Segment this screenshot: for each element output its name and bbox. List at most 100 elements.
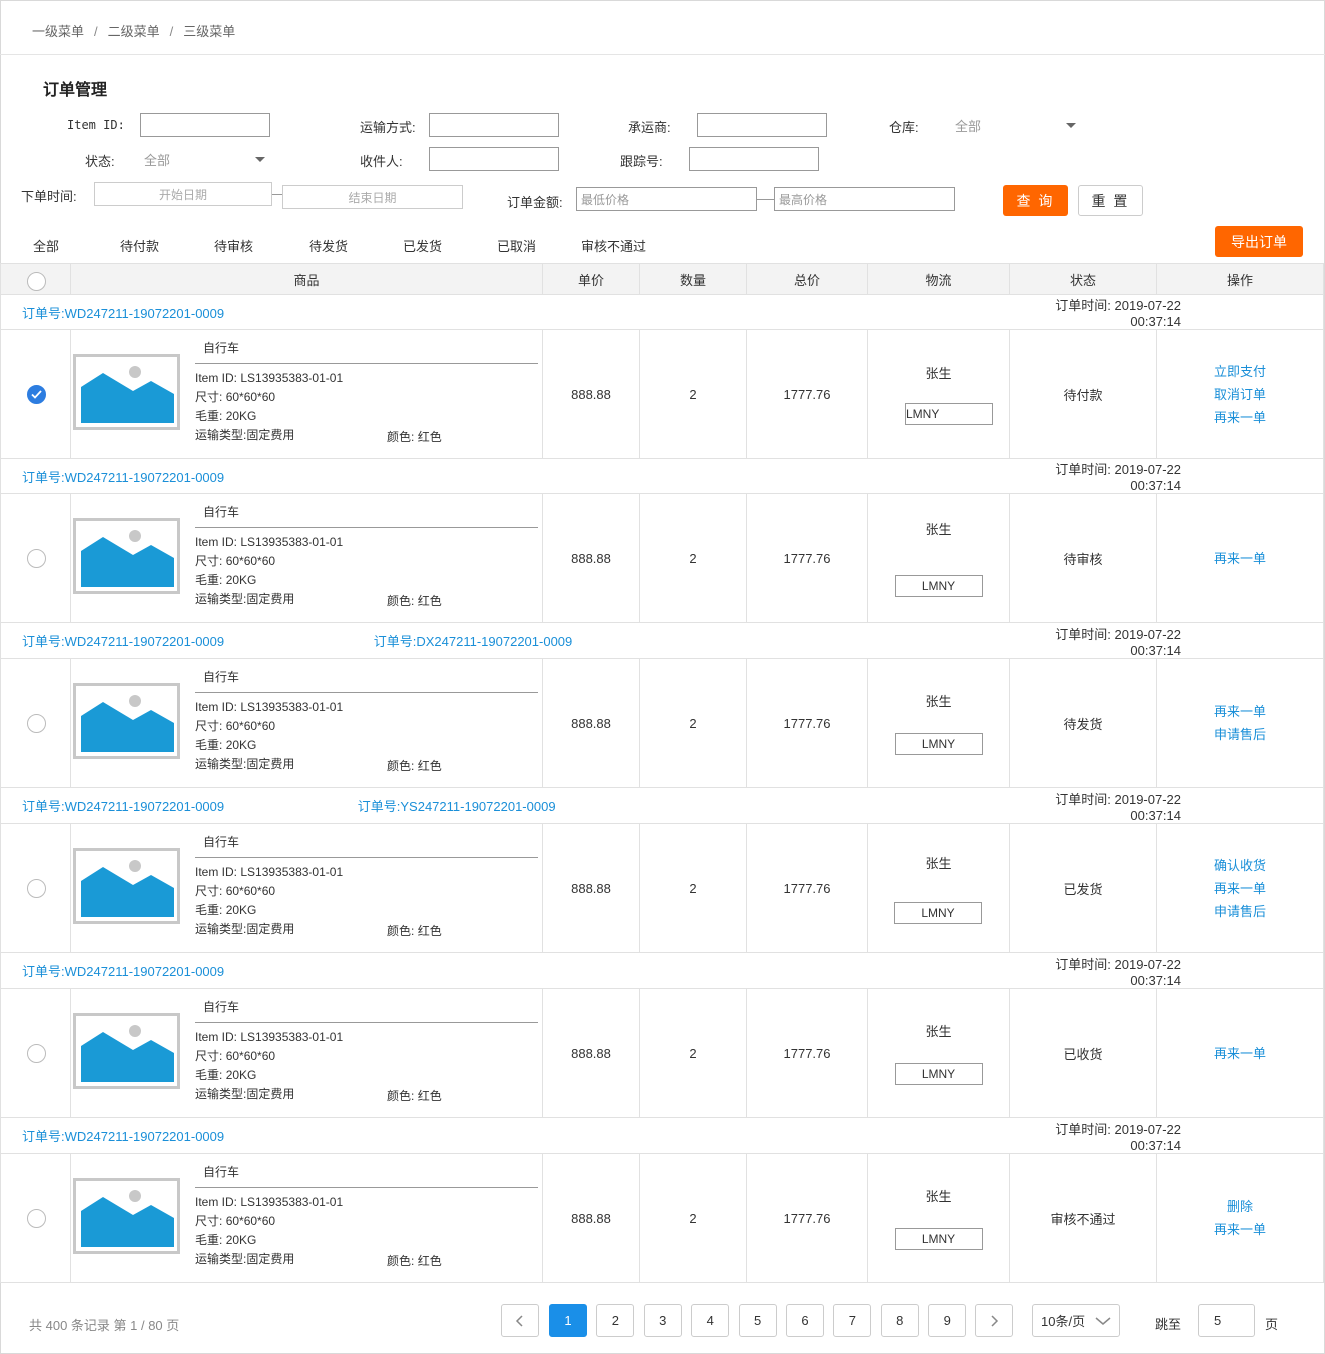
product-name[interactable]: 自行车 (203, 339, 239, 356)
page-number-button[interactable]: 9 (928, 1304, 967, 1337)
page-size-select[interactable]: 10条/页 (1032, 1304, 1120, 1337)
logistics-code-field[interactable]: LMNY (894, 1063, 983, 1085)
logistics-code-field[interactable]: LMNY (894, 733, 983, 755)
product-image[interactable] (73, 1178, 180, 1254)
tab-all[interactable]: 全部 (33, 236, 59, 255)
product-name[interactable]: 自行车 (203, 668, 239, 685)
product-name[interactable]: 自行车 (203, 503, 239, 520)
order-time-label: 下单时间: (21, 189, 77, 204)
order-number-cell: 订单号:WD247211-19072201-0009 (0, 294, 1010, 330)
tab-pending-shipment[interactable]: 待发货 (309, 236, 348, 255)
order-select-checkbox[interactable] (27, 713, 46, 733)
reorder-link[interactable]: 再来一单 (1157, 877, 1323, 900)
page-number-button[interactable]: 8 (880, 1304, 919, 1337)
order-time-value: 2019-07-22 00:37:14 (1114, 791, 1182, 823)
export-orders-button[interactable]: 导出订单 (1215, 226, 1303, 257)
status-cell: 审核不通过 (1009, 1153, 1157, 1283)
order-select-checkbox[interactable] (27, 1208, 46, 1228)
min-price-input[interactable]: 最低价格 (576, 187, 757, 211)
after-sales-link[interactable]: 申请售后 (1157, 723, 1323, 746)
order-number[interactable]: 订单号:WD247211-19072201-0009 (1, 306, 224, 321)
size-label: 尺寸: (195, 884, 223, 898)
product-size: 尺寸: 60*60*60 (195, 717, 275, 736)
order-number[interactable]: 订单号:WD247211-19072201-0009 (1, 470, 224, 485)
product-image[interactable] (73, 518, 180, 594)
order-number[interactable]: 订单号:WD247211-19072201-0009 (1, 964, 224, 979)
logistics-code-field[interactable]: LMNY (905, 403, 993, 425)
product-image[interactable] (73, 683, 180, 759)
page-number-button[interactable]: 6 (786, 1304, 824, 1337)
reorder-link[interactable]: 再来一单 (1157, 547, 1323, 570)
order-number[interactable]: 订单号:WD247211-19072201-0009 (1, 634, 224, 649)
end-date-input[interactable]: 结束日期 (282, 185, 463, 209)
reorder-link[interactable]: 再来一单 (1157, 406, 1323, 429)
order-number[interactable]: 订单号:WD247211-19072201-0009 (1, 799, 224, 814)
query-button[interactable]: 查 询 (1003, 185, 1068, 216)
reorder-link[interactable]: 再来一单 (1157, 1218, 1323, 1241)
breadcrumb: 一级菜单 / 二级菜单 / 三级菜单 (32, 21, 235, 40)
reset-button[interactable]: 重 置 (1078, 185, 1143, 216)
tracking-number-input[interactable] (689, 147, 819, 171)
tab-pending-review[interactable]: 待审核 (214, 236, 253, 255)
order-select-checkbox[interactable] (27, 878, 46, 898)
page-number-button[interactable]: 5 (738, 1304, 777, 1337)
product-name[interactable]: 自行车 (203, 998, 239, 1015)
product-image[interactable] (73, 354, 180, 430)
tab-pending-payment[interactable]: 待付款 (120, 236, 159, 255)
select-all-checkbox[interactable] (27, 271, 46, 291)
recipient-input[interactable] (429, 147, 559, 171)
start-date-input[interactable]: 开始日期 (94, 182, 272, 206)
order-select-checkbox[interactable] (27, 1043, 46, 1063)
order-time-value: 2019-07-22 00:37:14 (1114, 626, 1182, 658)
weight-label: 毛重: (195, 738, 223, 752)
logistics-code-field[interactable]: LMNY (894, 575, 983, 597)
shipping-method-input[interactable] (429, 113, 559, 137)
reorder-link[interactable]: 再来一单 (1157, 1042, 1323, 1065)
warehouse-label: 仓库: (889, 120, 919, 135)
page-number-button[interactable]: 1 (549, 1304, 587, 1337)
warehouse-select[interactable]: 全部 (955, 112, 1080, 136)
linked-order-number[interactable]: 订单号:YS247211-19072201-0009 (358, 799, 556, 814)
product-image[interactable] (73, 848, 180, 924)
status-cell: 待审核 (1009, 493, 1157, 623)
order-select-checkbox[interactable] (27, 548, 46, 568)
reorder-link[interactable]: 再来一单 (1157, 700, 1323, 723)
product-name[interactable]: 自行车 (203, 833, 239, 850)
cancel-order-link[interactable]: 取消订单 (1157, 383, 1323, 406)
ship-type-label: 运输类型: (195, 1252, 247, 1266)
tab-review-failed[interactable]: 审核不通过 (581, 236, 646, 255)
max-price-input[interactable]: 最高价格 (774, 187, 955, 211)
item-id-label: Item ID: (195, 371, 238, 385)
order-select-checkbox[interactable] (27, 384, 46, 404)
unit-price-cell: 888.88 (542, 1153, 640, 1283)
breadcrumb-level-3[interactable]: 三级菜单 (183, 24, 235, 39)
page-number-button[interactable]: 7 (833, 1304, 872, 1337)
product-image[interactable] (73, 1013, 180, 1089)
logistics-code-field[interactable]: LMNY (894, 1228, 983, 1250)
prev-page-button[interactable] (501, 1304, 539, 1337)
breadcrumb-level-2[interactable]: 二级菜单 (108, 24, 160, 39)
next-page-button[interactable] (975, 1304, 1013, 1337)
order-number[interactable]: 订单号:WD247211-19072201-0009 (1, 1129, 224, 1144)
delete-link[interactable]: 删除 (1157, 1195, 1323, 1218)
carrier-input[interactable] (697, 113, 827, 137)
jump-page-input[interactable]: 5 (1198, 1304, 1255, 1337)
pay-now-link[interactable]: 立即支付 (1157, 360, 1323, 383)
product-item-id: Item ID: LS13935383-01-01 (195, 698, 343, 717)
product-name[interactable]: 自行车 (203, 1163, 239, 1180)
logistics-code-field[interactable]: LMNY (894, 901, 982, 924)
breadcrumb-level-1[interactable]: 一级菜单 (32, 24, 84, 39)
size-label: 尺寸: (195, 1214, 223, 1228)
item-id-input[interactable] (140, 113, 270, 137)
page-number-button[interactable]: 2 (596, 1304, 635, 1337)
after-sales-link[interactable]: 申请售后 (1157, 900, 1323, 923)
page-number-button[interactable]: 4 (691, 1304, 730, 1337)
linked-order-number[interactable]: 订单号:DX247211-19072201-0009 (374, 634, 573, 649)
tab-shipped[interactable]: 已发货 (403, 236, 442, 255)
logistics-cell: 张生 LMNY (867, 493, 1010, 623)
confirm-receipt-link[interactable]: 确认收货 (1157, 854, 1323, 877)
status-select[interactable]: 全部 (144, 146, 269, 170)
tab-cancelled[interactable]: 已取消 (497, 236, 536, 255)
page-number-button[interactable]: 3 (643, 1304, 682, 1337)
recipient-name: 张生 (925, 366, 952, 381)
